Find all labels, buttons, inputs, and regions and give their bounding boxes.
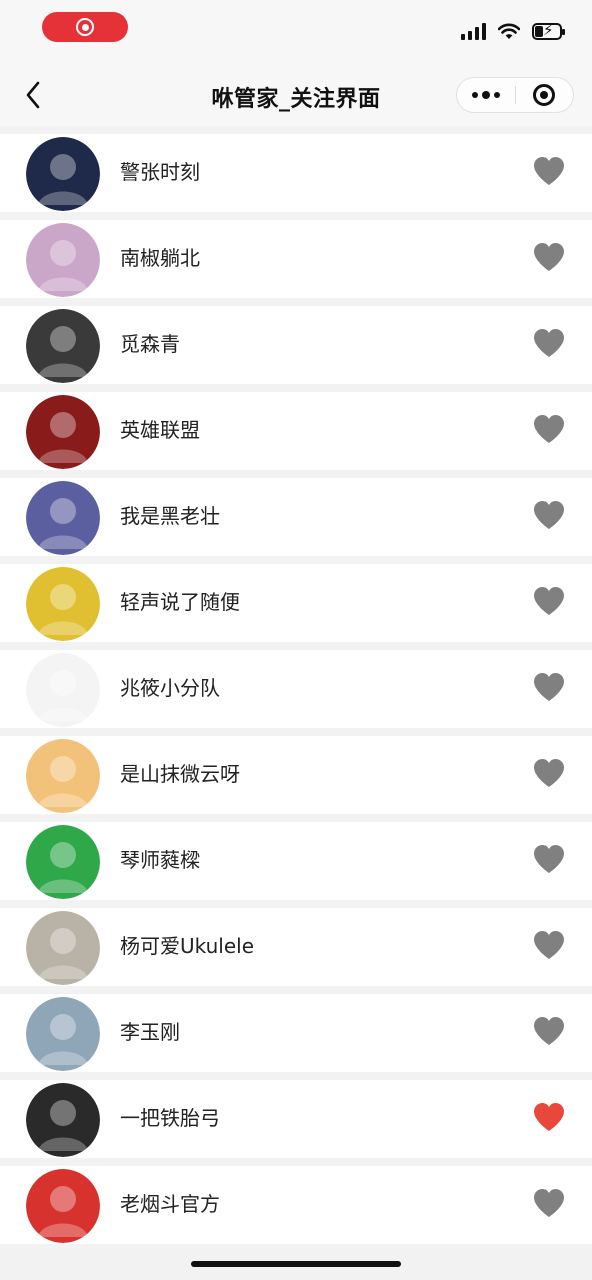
avatar[interactable] [26,567,100,641]
heart-icon [534,931,564,959]
like-button[interactable] [532,757,566,789]
like-button[interactable] [532,1187,566,1219]
avatar[interactable] [26,1083,100,1157]
user-name: 琴师蕤樑 [120,848,200,872]
heart-icon [534,759,564,787]
user-name: 一把铁胎弓 [120,1106,220,1130]
user-name: 南椒躺北 [120,246,200,270]
list-item[interactable]: 琴师蕤樑 [0,822,592,900]
avatar[interactable] [26,1169,100,1243]
user-name: 兆筱小分队 [120,676,220,700]
mini-program-capsule [456,77,574,113]
target-close-icon [533,84,556,106]
avatar[interactable] [26,223,100,297]
user-name: 是山抹微云呀 [120,762,240,786]
like-button[interactable] [532,585,566,617]
follow-list: 警张时刻南椒躺北觅森青英雄联盟我是黑老壮轻声说了随便 兆筱小分队是山抹微云呀 琴师蕤… [0,126,592,1244]
avatar[interactable] [26,395,100,469]
list-item[interactable]: 我是黑老壮 [0,478,592,556]
like-button[interactable] [532,843,566,875]
heart-icon [534,501,564,529]
system-icons: ⚡ [461,21,565,40]
like-button[interactable] [532,241,566,273]
avatar[interactable] [26,825,100,899]
record-icon [76,18,94,36]
list-item[interactable]: 杨可爱Ukulele [0,908,592,986]
list-item[interactable]: 英雄联盟 [0,392,592,470]
more-button[interactable] [457,78,515,112]
avatar[interactable] [26,309,100,383]
battery-charging-icon: ⚡ [532,21,565,40]
list-item[interactable]: 兆筱小分队 [0,650,592,728]
like-button[interactable] [532,929,566,961]
like-button[interactable] [532,1015,566,1047]
avatar[interactable] [26,481,100,555]
heart-icon [534,329,564,357]
heart-icon [534,157,564,185]
avatar[interactable] [26,739,100,813]
user-name: 老烟斗官方 [120,1192,220,1216]
like-button[interactable] [532,499,566,531]
user-name: 觅森青 [120,332,180,356]
record-indicator[interactable] [42,12,128,42]
list-item[interactable]: 李玉刚 [0,994,592,1072]
heart-icon [534,1103,564,1131]
list-item[interactable]: 警张时刻 [0,134,592,212]
avatar[interactable] [26,137,100,211]
like-button[interactable] [532,1101,566,1133]
list-item[interactable]: 是山抹微云呀 [0,736,592,814]
navigation-bar: 咻管家_关注界面 [0,64,592,126]
close-button[interactable] [516,78,574,112]
user-name: 杨可爱Ukulele [120,934,255,958]
home-indicator [191,1261,401,1267]
heart-icon [534,587,564,615]
list-item[interactable]: 南椒躺北 [0,220,592,298]
like-button[interactable] [532,413,566,445]
avatar[interactable] [26,911,100,985]
like-button[interactable] [532,671,566,703]
heart-icon [534,845,564,873]
heart-icon [534,415,564,443]
list-item[interactable]: 轻声说了随便 [0,564,592,642]
wifi-icon [498,23,520,39]
avatar[interactable] [26,997,100,1071]
cellular-signal-icon [461,22,486,40]
list-item[interactable]: 老烟斗官方 [0,1166,592,1244]
user-name: 李玉刚 [120,1020,180,1044]
heart-icon [534,243,564,271]
list-item[interactable]: 一把铁胎弓 [0,1080,592,1158]
heart-icon [534,673,564,701]
user-name: 警张时刻 [120,160,200,184]
status-bar: ⚡ [0,0,592,64]
like-button[interactable] [532,155,566,187]
user-name: 我是黑老壮 [120,504,220,528]
user-name: 英雄联盟 [120,418,200,442]
more-dots-icon [471,90,500,99]
user-name: 轻声说了随便 [120,590,240,614]
list-item[interactable]: 觅森青 [0,306,592,384]
like-button[interactable] [532,327,566,359]
heart-icon [534,1189,564,1217]
heart-icon [534,1017,564,1045]
avatar[interactable] [26,653,100,727]
